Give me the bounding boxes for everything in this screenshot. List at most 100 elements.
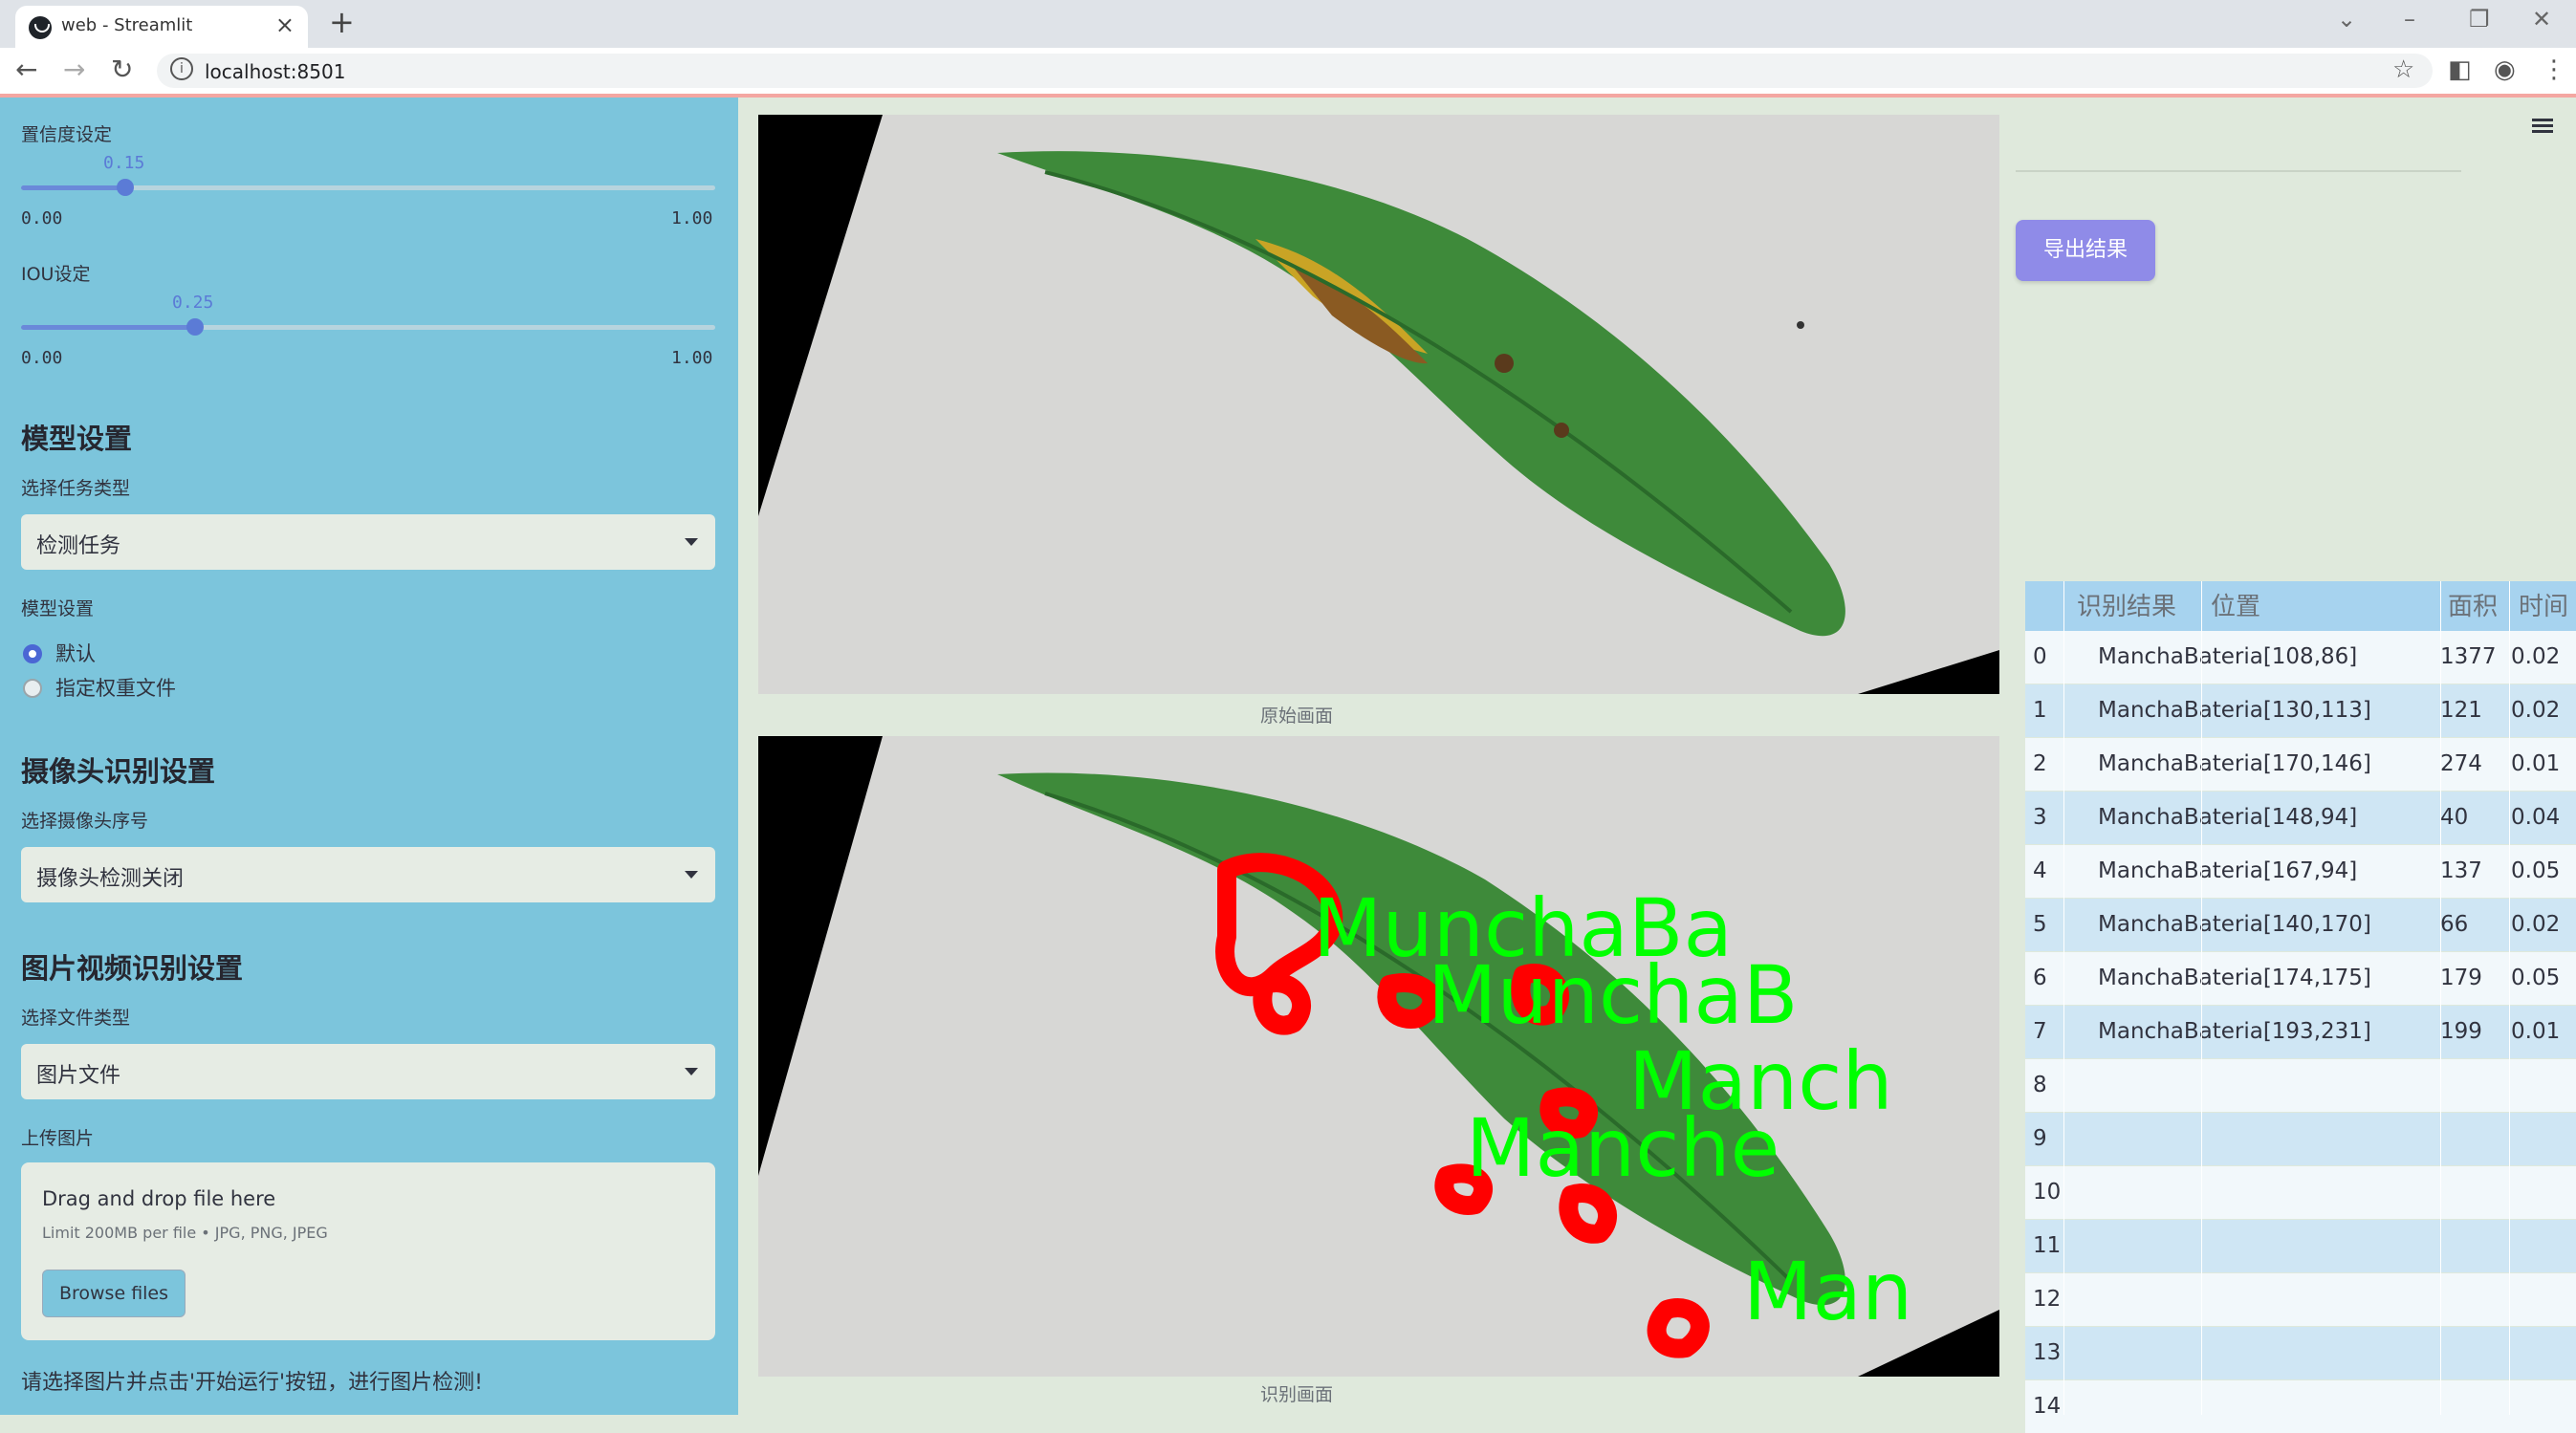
back-icon[interactable]: ← [15,54,37,85]
table-header-cell[interactable]: 面积 [2448,581,2498,634]
table-cell: 199 [2440,1019,2482,1044]
row-index: 13 [2033,1340,2062,1365]
table-row[interactable]: 1 ManchaBateria[130,113] 121 0.02 [2025,684,2576,737]
table-row[interactable]: 9 [2025,1113,2576,1165]
task-type-value: 检测任务 [36,534,121,558]
file-type-select[interactable]: 图片文件 [21,1044,715,1099]
detected-leaf-image: MunchaBa MunchaB Manch Manche Man [758,736,1999,1377]
address-bar[interactable]: i localhost:8501 [157,54,2433,88]
iou-label: IOU设定 [21,264,91,285]
table-cell: 0.01 [2511,1019,2561,1044]
task-type-select[interactable]: 检测任务 [21,514,715,570]
table-cell: ManchaBateria[148,94] [2098,805,2358,830]
iou-slider-thumb[interactable] [186,318,204,336]
table-header-cell[interactable]: 时间 [2519,581,2568,634]
table-cell: ManchaBateria[108,86] [2098,644,2358,669]
table-row[interactable]: 12 [2025,1273,2576,1326]
row-index: 8 [2033,1073,2047,1097]
instruction-text: 请选择图片并点击'开始运行'按钮，进行图片检测! [21,1371,483,1395]
detected-caption: 识别画面 [1260,1384,1334,1405]
table-column-divider [2509,581,2510,1415]
table-cell: 1377 [2440,644,2497,669]
table-header-cell[interactable]: 识别结果 [2077,581,2176,634]
model-section-heading: 模型设置 [21,423,133,455]
browse-files-button[interactable]: Browse files [42,1270,186,1317]
tab-search-chevron-icon[interactable]: ⌄ [2337,6,2356,33]
row-index: 0 [2033,644,2047,669]
camera-label: 选择摄像头序号 [21,811,149,832]
confidence-label: 置信度设定 [21,124,113,145]
table-cell: 0.02 [2511,698,2561,723]
table-row[interactable]: 4 ManchaBateria[167,94] 137 0.05 [2025,845,2576,898]
profile-avatar-icon[interactable]: ◉ [2494,55,2516,84]
detection-label: Manche [1466,1101,1779,1195]
browser-tab[interactable]: web - Streamlit × [15,6,308,48]
table-row[interactable]: 10 [2025,1166,2576,1219]
row-index: 7 [2033,1019,2047,1044]
table-row[interactable]: 2 ManchaBateria[170,146] 274 0.01 [2025,738,2576,791]
confidence-value: 0.15 [103,153,145,173]
table-row[interactable]: 7 ManchaBateria[193,231] 199 0.01 [2025,1006,2576,1058]
dropzone-title: Drag and drop file here [42,1187,276,1210]
export-results-button[interactable]: 导出结果 [2016,220,2155,281]
radio-custom-weights[interactable] [23,679,42,698]
table-cell: ManchaBateria[130,113] [2098,698,2371,723]
camera-select[interactable]: 摄像头检测关闭 [21,847,715,902]
chevron-down-icon [685,1068,698,1075]
row-index: 1 [2033,698,2047,723]
upload-label: 上传图片 [21,1128,95,1149]
hamburger-menu-icon[interactable] [2532,119,2553,134]
table-row[interactable]: 0 ManchaBateria[108,86] 1377 0.02 [2025,631,2576,684]
confidence-slider-thumb[interactable] [116,179,134,196]
minimize-icon[interactable]: – [2404,6,2415,33]
table-header-cell[interactable]: 位置 [2211,581,2260,634]
original-caption: 原始画面 [1260,706,1334,727]
table-cell: ManchaBateria[174,175] [2098,966,2371,990]
table-header-row: 识别结果 位置 面积 时间 [2025,581,2576,634]
row-index: 4 [2033,858,2047,883]
confidence-max: 1.00 [671,208,713,228]
iou-slider[interactable] [21,318,715,336]
detection-label: MunchaB [1428,948,1798,1042]
window-close-icon[interactable]: ✕ [2532,6,2551,33]
row-index: 2 [2033,751,2047,776]
row-index: 14 [2033,1394,2062,1419]
radio-default[interactable] [23,644,42,663]
side-panel-icon[interactable]: ◧ [2448,55,2472,84]
chevron-down-icon [685,871,698,879]
table-column-divider [2063,581,2064,1415]
new-tab-icon[interactable]: + [329,4,355,40]
dropzone-limit: Limit 200MB per file • JPG, PNG, JPEG [42,1224,328,1242]
table-row[interactable]: 3 ManchaBateria[148,94] 40 0.04 [2025,792,2576,844]
file-dropzone[interactable]: Drag and drop file here Limit 200MB per … [21,1162,715,1340]
row-index: 10 [2033,1180,2062,1205]
table-cell: ManchaBateria[193,231] [2098,1019,2371,1044]
detected-image: MunchaBa MunchaB Manch Manche Man [758,736,1999,1377]
table-row[interactable]: 6 ManchaBateria[174,175] 179 0.05 [2025,952,2576,1005]
reload-icon[interactable]: ↻ [111,54,133,85]
row-index: 12 [2033,1287,2062,1312]
tab-close-icon[interactable]: × [275,11,295,38]
row-index: 6 [2033,966,2047,990]
table-cell: 0.05 [2511,858,2561,883]
table-cell: 179 [2440,966,2482,990]
table-row[interactable]: 5 ManchaBateria[140,170] 66 0.02 [2025,899,2576,951]
site-info-icon[interactable]: i [170,57,193,80]
browser-menu-icon[interactable]: ⋮ [2542,55,2566,84]
file-type-value: 图片文件 [36,1064,121,1088]
forward-icon[interactable]: → [63,54,85,85]
radio-default-label: 默认 [55,642,96,665]
table-cell: 121 [2440,698,2482,723]
table-cell: 0.01 [2511,751,2561,776]
table-row[interactable]: 13 [2025,1327,2576,1379]
table-cell: 0.02 [2511,644,2561,669]
model-setting-label: 模型设置 [21,598,95,619]
browser-toolbar: ← → ↻ i localhost:8501 ☆ ◧ ◉ ⋮ [0,48,2576,95]
confidence-slider[interactable] [21,179,715,196]
table-row[interactable]: 8 [2025,1059,2576,1112]
table-cell: 0.04 [2511,805,2561,830]
bookmark-star-icon[interactable]: ☆ [2392,55,2414,84]
table-row[interactable]: 14 [2025,1380,2576,1433]
table-row[interactable]: 11 [2025,1220,2576,1272]
restore-icon[interactable]: ❐ [2469,6,2490,33]
